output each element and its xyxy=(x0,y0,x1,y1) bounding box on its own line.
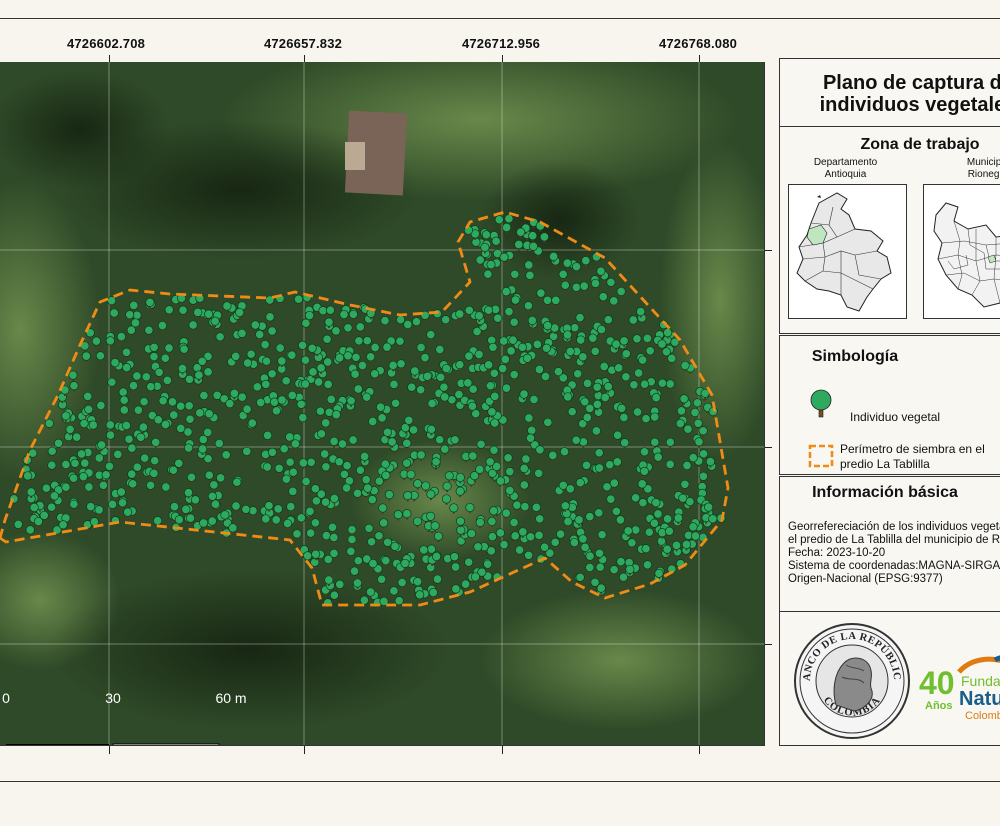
basic-info-text: Georrefereciación de los individuos vege… xyxy=(788,521,1000,585)
coord-label: 4726768.080 xyxy=(658,36,738,51)
legend-perimeter-label: Perímetro de siembra en el predio La Tab… xyxy=(840,442,985,471)
legend-panel: Simbología Individuo vegetal Perímetro d… xyxy=(779,335,1000,475)
title-line: Plano de captura de xyxy=(822,72,1000,94)
work-zone-panel: Zona de trabajo Departamento Antioquia M… xyxy=(779,126,1000,334)
work-zone-title: Zona de trabajo xyxy=(860,136,980,153)
logo-anos: Años xyxy=(925,700,953,712)
map-frame[interactable] xyxy=(0,62,765,746)
coord-label: 4726657.832 xyxy=(263,36,343,51)
logo-fundacion: Fundación xyxy=(961,673,1000,689)
frame-top-line xyxy=(0,18,1000,19)
coord-label: 4726602.708 xyxy=(66,36,146,51)
map-title: Plano de captura de individuos vegetales xyxy=(798,72,1000,116)
scale-bar-dark xyxy=(6,744,109,745)
antioquia-outline xyxy=(933,202,1000,308)
banco-republica-seal: BANCO DE LA REPÚBLICA COLOMBIA xyxy=(792,621,910,739)
grid-tick xyxy=(764,250,772,251)
tree-icon xyxy=(810,389,832,418)
map-canvas xyxy=(0,62,764,745)
logo-40: 40 xyxy=(919,665,955,701)
field-patch xyxy=(480,590,760,730)
title-line: individuos vegetales xyxy=(819,94,1000,116)
legend-tree-label: Individuo vegetal xyxy=(850,410,941,424)
title-panel: Plano de captura de individuos vegetales xyxy=(779,58,1000,128)
coast-islands xyxy=(817,195,821,198)
scale-bar-light xyxy=(112,743,220,745)
grid-tick xyxy=(304,745,305,754)
fundacion-natura-logo: 40 Años Fundación Natura Colombia xyxy=(919,655,1000,722)
logos-panel: BANCO DE LA REPÚBLICA COLOMBIA 40 Años F… xyxy=(779,611,1000,746)
grid-tick xyxy=(699,745,700,754)
grid-tick xyxy=(764,447,772,448)
forest-patch xyxy=(50,570,450,730)
house-patio xyxy=(345,142,365,170)
basic-info-panel: Información básica Georrefereciación de … xyxy=(779,476,1000,613)
colombia-inset-map xyxy=(788,184,907,319)
coord-label: 4726712.956 xyxy=(461,36,541,51)
municipality-label: Municipio Rionegro xyxy=(966,157,1000,180)
grid-tick xyxy=(764,644,772,645)
colombia-map xyxy=(796,192,892,312)
grid-tick xyxy=(109,745,110,754)
basic-info-title: Información básica xyxy=(812,484,958,501)
legend-title: Simbología xyxy=(811,348,899,365)
antioquia-municipalities-map xyxy=(933,202,1000,308)
department-label: Departamento Antioquia xyxy=(813,157,878,180)
scale-label: 30 xyxy=(105,690,121,706)
frame-bottom-line xyxy=(0,781,1000,782)
perimeter-legend-icon xyxy=(808,444,834,468)
scale-label: 0 xyxy=(2,690,10,706)
logo-natura: Natura xyxy=(959,688,1000,710)
rionegro-inset-map xyxy=(923,184,1000,319)
grid-tick xyxy=(502,745,503,754)
logo-colombia: Colombia xyxy=(965,710,1000,722)
scale-label: 60 m xyxy=(215,690,247,706)
